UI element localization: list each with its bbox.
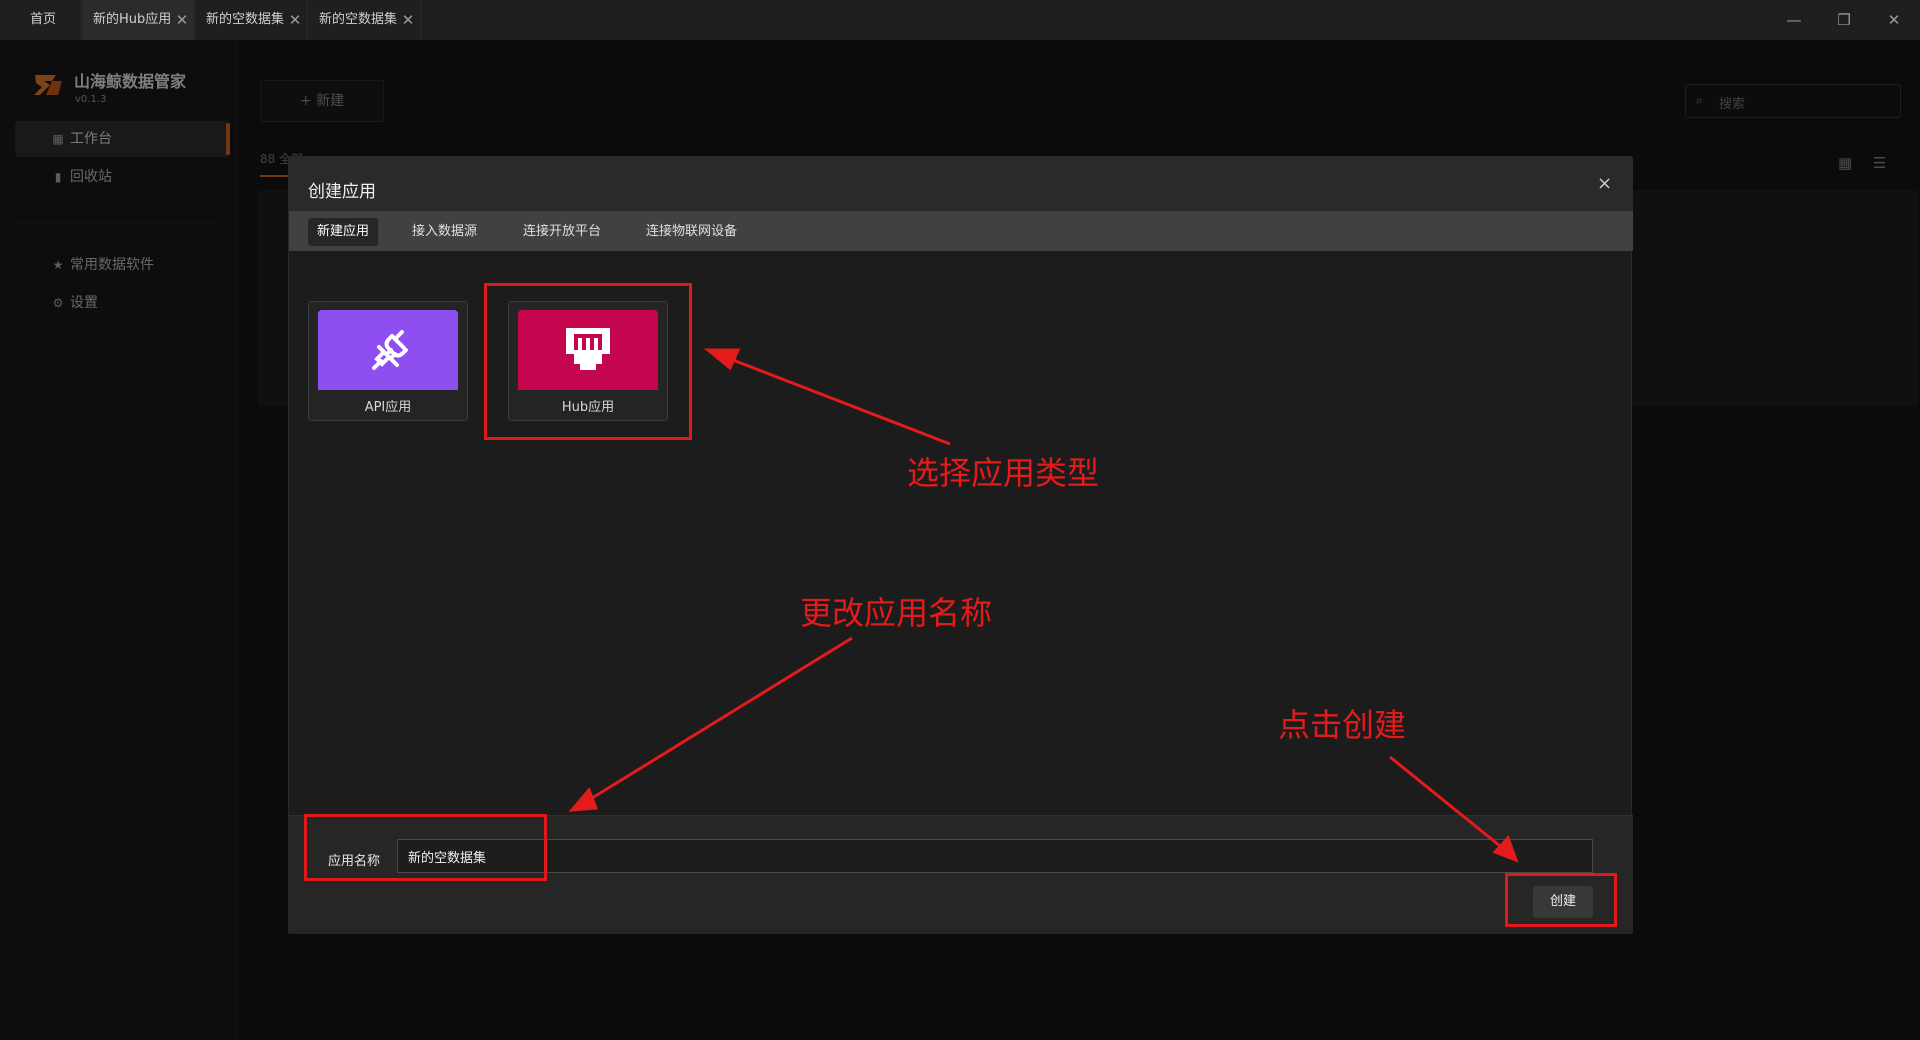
tab-open-platform[interactable]: 连接开放平台 [514, 218, 610, 246]
tab-connect-datasource[interactable]: 接入数据源 [403, 218, 486, 246]
tab-empty-dataset-2[interactable]: 新的空数据集 ✕ [309, 0, 421, 40]
annotation-box-create-button [1505, 873, 1617, 927]
tab-empty-dataset[interactable]: 新的空数据集 ✕ [196, 0, 308, 40]
card-label: API应用 [364, 400, 412, 415]
app-name-input[interactable] [397, 839, 1593, 873]
restore-icon[interactable]: ❐ [1826, 0, 1862, 40]
title-bar: 首页 新的Hub应用 ✕ 新的空数据集 ✕ 新的空数据集 ✕ — ❐ ✕ [0, 0, 1920, 40]
close-icon[interactable]: ✕ [174, 12, 190, 28]
dialog-header: 创建应用 × [289, 157, 1633, 211]
annotation-click-create: 点击创建 [1278, 706, 1407, 744]
dialog-title: 创建应用 [308, 182, 376, 202]
api-app-thumbnail [318, 310, 458, 390]
window-close-icon[interactable]: ✕ [1876, 0, 1912, 40]
tab-label: 首页 [30, 12, 57, 27]
tab-new-app[interactable]: 新建应用 [308, 218, 379, 246]
tab-label: 新的空数据集 [319, 12, 398, 27]
plug-icon [372, 330, 408, 370]
annotation-box-hub-card [484, 283, 692, 440]
annotation-rename: 更改应用名称 [800, 594, 993, 632]
tab-hub-app[interactable]: 新的Hub应用 ✕ [83, 0, 195, 40]
tab-home[interactable]: 首页 [0, 0, 82, 40]
minimize-icon[interactable]: — [1776, 0, 1812, 40]
tab-label: 新的空数据集 [206, 12, 285, 27]
close-icon[interactable]: × [1597, 173, 1612, 194]
tab-label: 新的Hub应用 [93, 12, 172, 27]
api-app-card[interactable]: API应用 [308, 301, 468, 421]
tab-iot-device[interactable]: 连接物联网设备 [637, 218, 746, 246]
close-icon[interactable]: ✕ [400, 12, 416, 28]
annotation-box-name-field [304, 814, 547, 881]
dialog-tabs: 新建应用 接入数据源 连接开放平台 连接物联网设备 [289, 211, 1633, 251]
close-icon[interactable]: ✕ [287, 12, 303, 28]
annotation-select-type: 选择应用类型 [907, 454, 1100, 492]
